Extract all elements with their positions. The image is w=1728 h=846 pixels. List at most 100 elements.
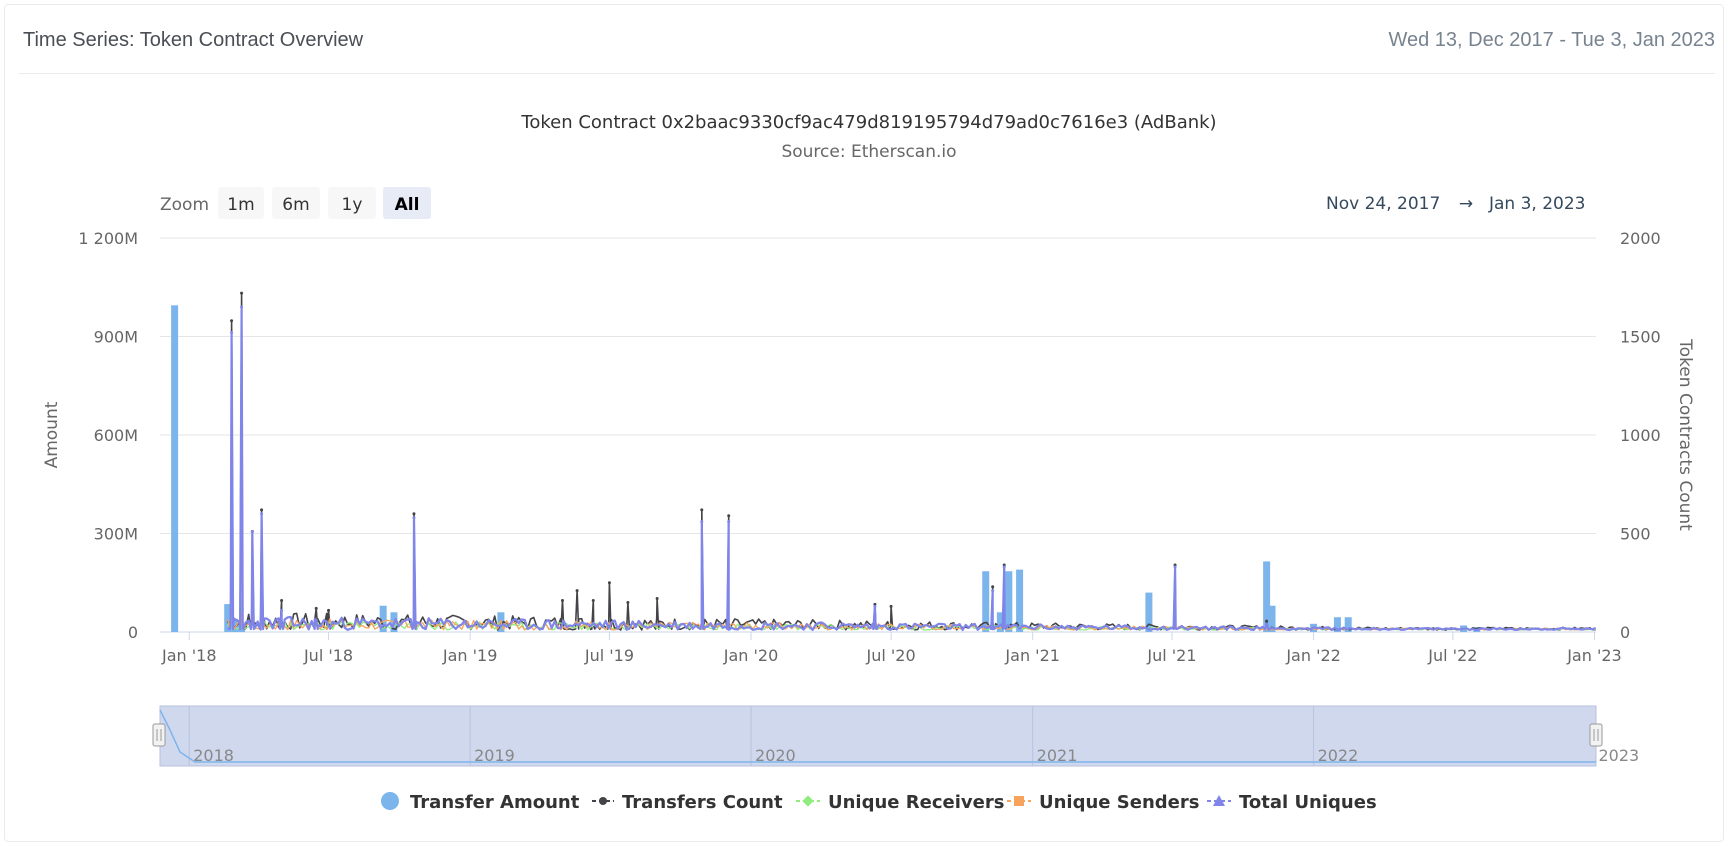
series-line <box>226 292 1596 631</box>
series-point <box>230 331 234 335</box>
series-point <box>412 516 416 520</box>
zoom-6m-button[interactable]: 6m <box>272 187 320 219</box>
chart-subtitle: Source: Etherscan.io <box>781 142 956 162</box>
legend-marker-unique-receivers <box>802 795 814 807</box>
x-tick-label: Jul '22 <box>1427 646 1477 665</box>
x-tick-label: Jan '18 <box>161 646 217 665</box>
zoom-all-label: All <box>395 195 420 215</box>
y-left-tick-label: 600M <box>94 426 138 445</box>
series-point <box>560 598 564 602</box>
navigator-year-label: 2019 <box>474 746 515 765</box>
series-point <box>240 291 244 295</box>
series-point <box>240 305 244 309</box>
series-point <box>591 598 595 602</box>
navigator-mask <box>159 705 1597 767</box>
y-right-tick-label: 2000 <box>1620 229 1661 248</box>
series-point <box>314 606 318 610</box>
series-point <box>889 604 893 608</box>
series-point <box>1173 565 1177 569</box>
series-point <box>873 604 877 608</box>
series-point <box>607 581 611 585</box>
legend-label-transfers-count: Transfers Count <box>622 792 783 813</box>
legend-item-transfer-amount[interactable]: Transfer Amount <box>381 792 580 813</box>
navigator-right-handle[interactable] <box>1589 723 1603 747</box>
time-series-chart: 0 0 300M 500 600M 1000 900M 1500 1 200M 2000 Amoun… <box>42 112 1695 813</box>
zoom-1m-button[interactable]: 1m <box>218 187 264 219</box>
y-left-axis-title: Amount <box>42 401 62 468</box>
zoom-all-button[interactable]: All <box>383 187 431 219</box>
series-point <box>1265 619 1269 623</box>
legend-marker-transfers-count <box>599 797 607 805</box>
series-point <box>260 508 264 512</box>
legend-item-total-uniques[interactable]: Total Uniques <box>1207 792 1377 813</box>
legend-label-unique-senders: Unique Senders <box>1039 792 1199 813</box>
series-point <box>412 512 416 516</box>
zoom-label: Zoom <box>160 195 209 215</box>
x-tick-label: Jan '21 <box>1004 646 1060 665</box>
y-right-tick-label: 1500 <box>1620 328 1661 347</box>
series-point <box>991 589 995 593</box>
series-point <box>727 520 731 524</box>
navigator[interactable]: 2018 2019 2020 2021 2022 2023 <box>152 705 1639 767</box>
legend-label-transfer-amount: Transfer Amount <box>410 792 580 813</box>
series-point <box>626 600 630 604</box>
legend-item-unique-senders[interactable]: Unique Senders <box>1007 792 1199 813</box>
legend-label-unique-receivers: Unique Receivers <box>828 792 1004 813</box>
bar-transfer-amount <box>171 305 179 632</box>
transfer-amount-bars <box>171 305 1481 632</box>
y-right-tick-label: 0 <box>1620 623 1630 642</box>
navigator-year-label: 2020 <box>755 746 796 765</box>
chart-legend: Transfer Amount Transfers Count Unique R… <box>381 792 1377 813</box>
axes: 0 0 300M 500 600M 1000 900M 1500 1 200M 2000 Amoun… <box>42 229 1695 665</box>
series-point <box>700 508 704 512</box>
x-tick-label: Jul '20 <box>866 646 916 665</box>
y-left-tick-label: 300M <box>94 525 138 544</box>
x-tick-label: Jul '21 <box>1146 646 1196 665</box>
legend-marker-transfer-amount <box>381 792 399 810</box>
x-tick-label: Jan '22 <box>1285 646 1341 665</box>
x-tick-label: Jan '23 <box>1566 646 1622 665</box>
series-point <box>280 598 284 602</box>
navigator-year-label: 2018 <box>193 746 234 765</box>
y-left-tick-label: 1 200M <box>78 229 138 248</box>
series-point <box>260 512 264 516</box>
series-point <box>230 319 234 323</box>
grid-lines <box>160 237 1596 633</box>
legend-marker-unique-senders <box>1014 796 1024 806</box>
navigator-year-label: 2021 <box>1037 746 1078 765</box>
range-from-input[interactable]: Nov 24, 2017 <box>1326 194 1440 214</box>
series-point <box>250 530 254 534</box>
x-tick-label: Jul '18 <box>303 646 353 665</box>
series-lines <box>226 291 1597 632</box>
x-tick-label: Jan '19 <box>442 646 498 665</box>
series-point <box>727 514 731 518</box>
x-tick-label: Jan '20 <box>723 646 779 665</box>
zoom-6m-label: 6m <box>282 195 309 215</box>
range-to-input[interactable]: Jan 3, 2023 <box>1488 194 1586 214</box>
series-point <box>655 597 659 601</box>
y-right-tick-label: 500 <box>1620 525 1651 544</box>
navigator-left-handle[interactable] <box>152 723 166 747</box>
x-tick-label: Jul '19 <box>584 646 634 665</box>
bar-transfer-amount <box>1005 571 1013 632</box>
series-point <box>991 585 995 589</box>
zoom-1m-label: 1m <box>227 195 254 215</box>
series-point <box>1265 622 1269 626</box>
y-right-tick-label: 1000 <box>1620 426 1661 445</box>
series-point <box>280 608 284 612</box>
series-line <box>227 305 1597 632</box>
y-left-tick-label: 900M <box>94 328 138 347</box>
series-point <box>1002 565 1006 569</box>
zoom-1y-button[interactable]: 1y <box>328 187 376 219</box>
legend-item-transfers-count[interactable]: Transfers Count <box>592 792 783 813</box>
zoom-1y-label: 1y <box>342 195 363 215</box>
navigator-year-label: 2022 <box>1318 746 1359 765</box>
navigator-year-label: 2023 <box>1598 746 1639 765</box>
series-point <box>327 608 331 612</box>
series-point <box>575 589 579 593</box>
legend-item-unique-receivers[interactable]: Unique Receivers <box>796 792 1004 813</box>
series-point <box>314 618 318 622</box>
y-right-axis-title: Token Contracts Count <box>1675 338 1695 531</box>
series-point <box>700 520 704 524</box>
legend-label-total-uniques: Total Uniques <box>1239 792 1377 813</box>
